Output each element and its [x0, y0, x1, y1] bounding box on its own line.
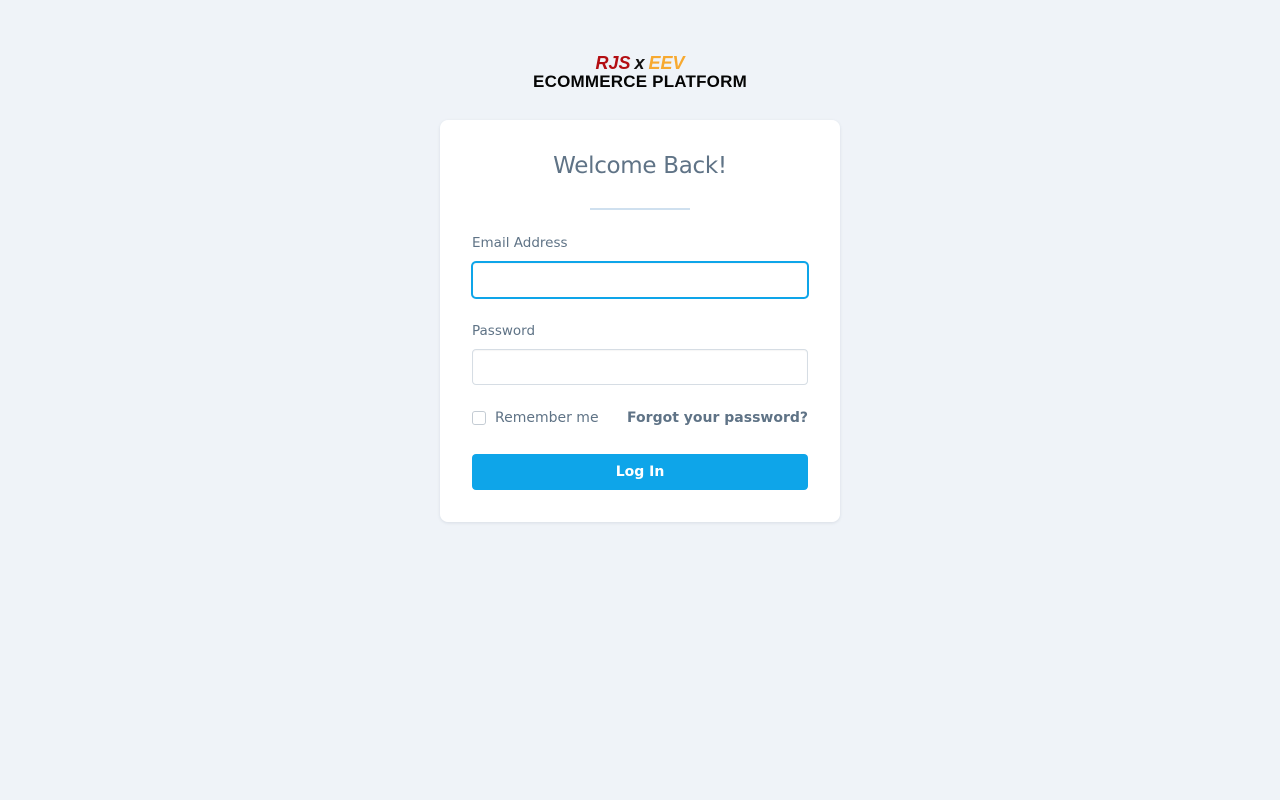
- login-button[interactable]: Log In: [472, 454, 808, 490]
- brand-logo: RJS x EEV ECOMMERCE PLATFORM: [0, 54, 1280, 90]
- login-card: Welcome Back! Email Address Password Rem…: [440, 120, 840, 522]
- logo-subtitle: ECOMMERCE PLATFORM: [533, 72, 747, 91]
- login-page: RJS x EEV ECOMMERCE PLATFORM Welcome Back!…: [0, 0, 1280, 800]
- remember-me-label: Remember me: [495, 410, 599, 426]
- password-field[interactable]: [472, 349, 808, 385]
- page-title: Welcome Back!: [553, 153, 727, 179]
- title-divider: [590, 208, 690, 210]
- logo-rjs-text: RJS: [595, 53, 631, 73]
- logo-x-text: x: [634, 53, 645, 73]
- logo-wordmark: RJS x EEV: [0, 54, 1280, 73]
- email-field[interactable]: [471, 261, 809, 299]
- remember-me-checkbox[interactable]: [472, 411, 486, 425]
- password-label: Password: [472, 323, 536, 339]
- email-label: Email Address: [472, 235, 568, 251]
- forgot-password-link[interactable]: Forgot your password?: [627, 410, 808, 426]
- remember-me-option[interactable]: Remember me: [472, 410, 599, 426]
- logo-eev-text: EEV: [648, 53, 685, 73]
